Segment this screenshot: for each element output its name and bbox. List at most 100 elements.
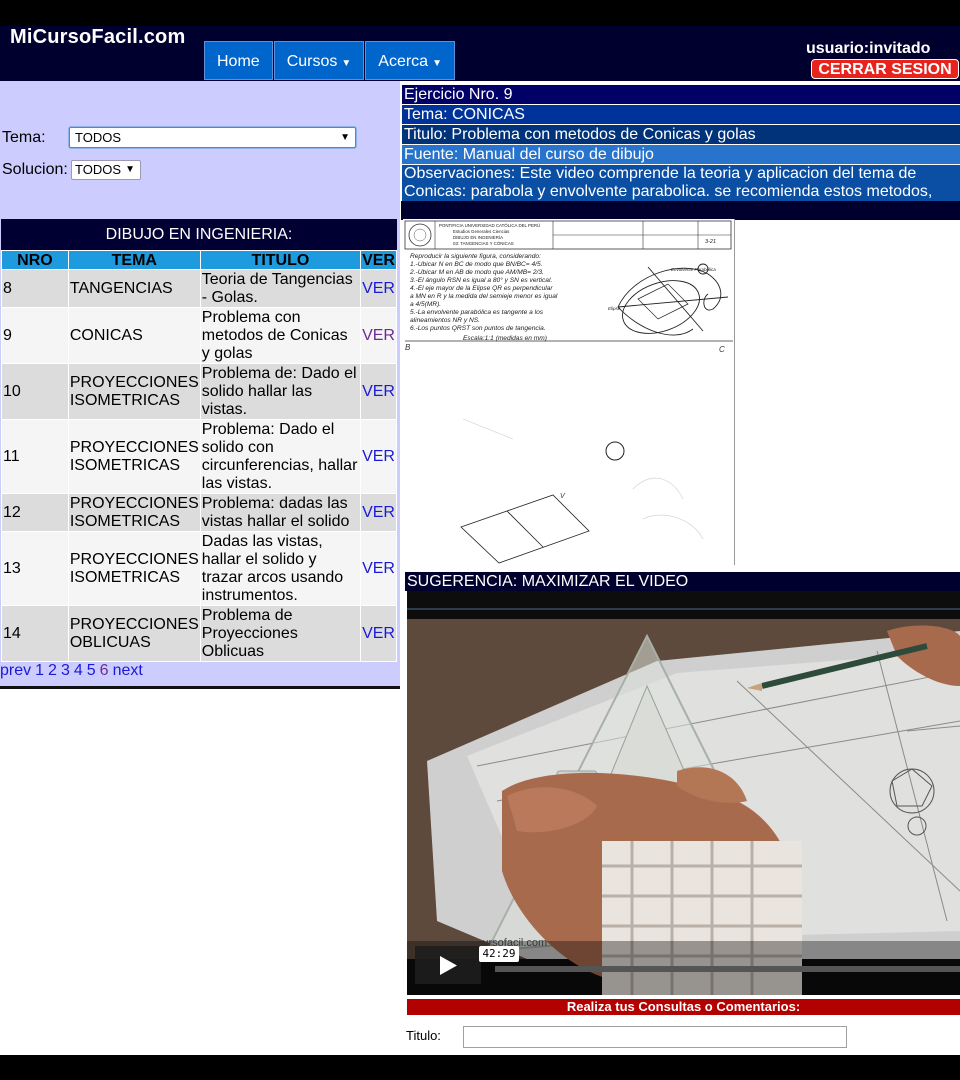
video-time: 42:29	[479, 946, 519, 962]
ver-link[interactable]: VER	[360, 605, 397, 662]
table-header-row: NRO TEMA TITULO VER	[1, 250, 397, 270]
sheet-figure	[617, 263, 729, 336]
page-link-5[interactable]: 5	[87, 662, 96, 679]
sheet-subheader-text: Estudios Generales Ciencias	[453, 229, 510, 234]
point-v-label: V	[560, 493, 566, 500]
cell-nro: 11	[1, 419, 69, 494]
instruction-line: 3.-El ángulo RSN es igual a 80° y SN es …	[410, 276, 552, 284]
instruction-line: 5.-La envolvente parabólica es tangente …	[410, 309, 544, 316]
solucion-label: Solucion:	[2, 161, 68, 178]
page-link-6[interactable]: 6	[100, 662, 109, 679]
instruction-line: 4.-El eje mayor de la Elipse QR es perpe…	[410, 285, 553, 292]
cell-nro: 9	[1, 307, 69, 364]
table-row: 8 TANGENCIAS Teoria de Tangencias - Gola…	[1, 269, 397, 308]
cell-titulo: Teoria de Tangencias - Golas.	[199, 269, 362, 308]
instruction-line: Reproducir la siguiente figura, consider…	[410, 253, 541, 260]
video-play-button[interactable]	[415, 946, 481, 984]
video-suggestion: SUGERENCIA: MAXIMIZAR EL VIDEO	[405, 572, 960, 591]
point-b-label: B	[405, 343, 411, 352]
instruction-line: a MN en R y la medida del semieje menor …	[410, 293, 558, 300]
ver-link[interactable]: VER	[360, 493, 397, 532]
table-row: 9 CONICAS Problema con metodos de Conica…	[1, 307, 397, 364]
cell-nro: 13	[1, 531, 69, 606]
cell-titulo: Problema: Dado el solido con circunferen…	[199, 419, 362, 494]
pagination-next[interactable]: next	[113, 662, 143, 679]
cell-tema: PROYECCIONES ISOMETRICAS	[67, 493, 201, 532]
caret-down-icon: ▼	[341, 58, 352, 69]
ver-link[interactable]: VER	[360, 419, 397, 494]
cell-nro: 8	[1, 269, 69, 308]
table-row: 13 PROYECCIONES ISOMETRICAS Dadas las vi…	[1, 531, 397, 606]
col-header-tema: TEMA	[67, 250, 201, 270]
page-link-4[interactable]: 4	[74, 662, 83, 679]
exercise-observations: Observaciones: Este video comprende la t…	[402, 165, 960, 201]
sheet-course-text: DIBUJO EN INGENIERÍA	[453, 235, 503, 240]
pagination-prev[interactable]: prev	[0, 662, 31, 679]
nav-cursos-label: Cursos	[286, 53, 338, 70]
cell-tema: PROYECCIONES OBLICUAS	[67, 605, 201, 662]
site-logo[interactable]: MiCursoFacil.com	[10, 26, 185, 48]
cell-titulo: Problema de Proyecciones Oblicuas	[199, 605, 362, 662]
video-player[interactable]: www.micursofacil.com	[407, 591, 960, 995]
comment-title-input[interactable]	[463, 1026, 847, 1048]
col-header-ver: VER	[360, 250, 397, 270]
instruction-line: 1.-Ubicar N en BC de modo que BN/BC= 4/5…	[410, 261, 543, 268]
user-label: usuario:invitado	[806, 40, 931, 57]
table-row: 12 PROYECCIONES ISOMETRICAS Problema: da…	[1, 493, 397, 532]
table-row: 11 PROYECCIONES ISOMETRICAS Problema: Da…	[1, 419, 397, 494]
table-row: 14 PROYECCIONES OBLICUAS Problema de Pro…	[1, 605, 397, 662]
logout-button[interactable]: CERRAR SESION	[811, 59, 959, 79]
sheet-number: 3-21	[705, 239, 716, 245]
ver-link[interactable]: VER	[360, 307, 397, 364]
bottom-bar	[0, 1055, 960, 1080]
cell-nro: 12	[1, 493, 69, 532]
filter-panel: Tema: TODOS ▼ Solucion: TODOS ▼ DIBUJO E…	[0, 81, 400, 689]
site-header: MiCursoFacil.com Home Cursos ▼ Acerca ▼ us…	[0, 26, 960, 81]
ver-link[interactable]: VER	[360, 363, 397, 420]
nav-home[interactable]: Home	[204, 41, 273, 80]
cell-titulo: Problema: dadas las vistas hallar el sol…	[199, 493, 362, 532]
exercise-topic: Tema: CONICAS	[402, 105, 960, 124]
solucion-select-value: TODOS	[75, 162, 121, 177]
play-icon	[440, 956, 457, 975]
sheet-topic-text: 03: TANGENCIAS Y CÓNICAS	[453, 241, 514, 246]
ver-link[interactable]: VER	[360, 269, 397, 308]
table-row: 10 PROYECCIONES ISOMETRICAS Problema de:…	[1, 363, 397, 420]
exercise-source: Fuente: Manual del curso de dibujo	[402, 145, 960, 164]
sheet-header-text: PONTIFICIA UNIVERSIDAD CATÓLICA DEL PERÚ	[439, 223, 540, 228]
page-link-2[interactable]: 2	[48, 662, 57, 679]
video-progress-bar[interactable]	[495, 966, 960, 972]
cell-titulo: Problema con metodos de Conicas y golas	[199, 307, 362, 364]
solucion-select[interactable]: TODOS ▼	[71, 160, 141, 180]
pagination: prev 1 2 3 4 5 6 next	[0, 662, 147, 680]
point-c-label: C	[719, 345, 725, 354]
col-header-titulo: TITULO	[199, 250, 362, 270]
page-link-1[interactable]: 1	[35, 662, 44, 679]
nav-cursos[interactable]: Cursos ▼	[273, 41, 365, 80]
page-link-3[interactable]: 3	[61, 662, 70, 679]
comments-title: Realiza tus Consultas o Comentarios:	[407, 999, 960, 1015]
cell-titulo: Dadas las vistas, hallar el solido y tra…	[199, 531, 362, 606]
select-caret-icon: ▼	[340, 132, 350, 143]
exercise-title: Titulo: Problema con metodos de Conicas …	[402, 125, 960, 144]
envolvente-label: Envolvente Parabólica	[671, 267, 716, 272]
tema-select[interactable]: TODOS ▼	[69, 127, 356, 148]
instruction-line: 6.-Los puntos QRST son puntos de tangenc…	[410, 325, 546, 332]
main-nav: Home Cursos ▼ Acerca ▼	[204, 41, 456, 80]
panel-divider	[0, 686, 400, 689]
table-title: DIBUJO EN INGENIERIA:	[1, 219, 397, 250]
cell-tema: CONICAS	[67, 307, 201, 364]
top-bar	[0, 0, 960, 26]
cell-nro: 10	[1, 363, 69, 420]
cell-nro: 14	[1, 605, 69, 662]
dark-strip	[401, 201, 960, 220]
elipse-label: Elipse	[608, 306, 621, 311]
exercise-sheet-image: PONTIFICIA UNIVERSIDAD CATÓLICA DEL PERÚ…	[403, 219, 735, 565]
ver-link[interactable]: VER	[360, 531, 397, 606]
course-table: NRO TEMA TITULO VER 8 TANGENCIAS Teoria …	[1, 250, 397, 662]
tema-select-value: TODOS	[75, 130, 121, 145]
comment-title-label: Titulo:	[406, 1028, 441, 1043]
instruction-line: a 4/5(MR).	[410, 301, 441, 308]
nav-acerca[interactable]: Acerca ▼	[365, 41, 455, 80]
cell-tema: PROYECCIONES ISOMETRICAS	[67, 363, 201, 420]
